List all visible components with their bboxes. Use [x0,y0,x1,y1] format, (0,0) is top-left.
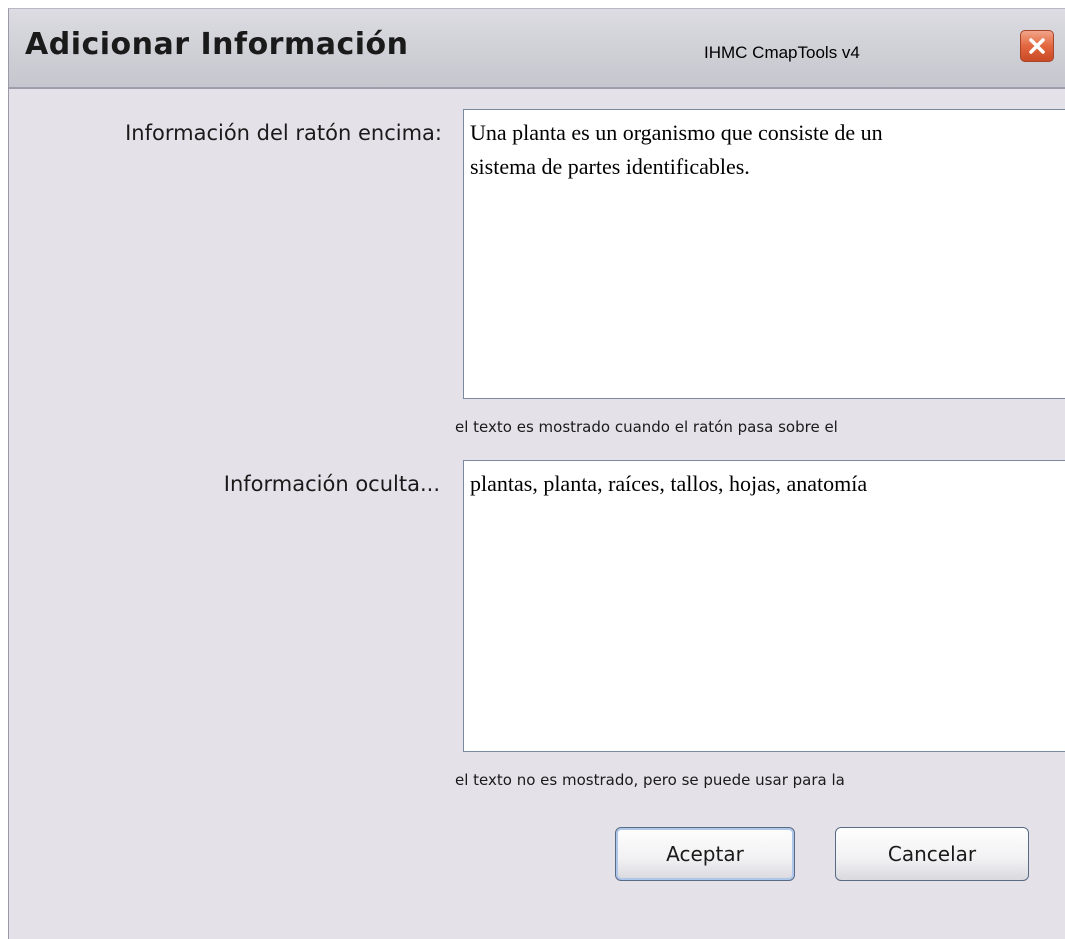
hidden-info-label: Información oculta... [223,472,440,496]
mouseover-info-label: Información del ratón encima: [125,121,442,145]
title-bar[interactable]: Adicionar Información IHMC CmapTools v4 [9,9,1065,89]
close-button[interactable] [1020,30,1054,62]
hidden-info-textarea[interactable]: plantas, planta, raíces, tallos, hojas, … [463,460,1065,752]
mouseover-info-hint: el texto es mostrado cuando el ratón pas… [455,418,838,436]
hidden-info-hint: el texto no es mostrado, pero se puede u… [455,771,845,789]
app-name: IHMC CmapTools v4 [704,43,860,62]
dialog-title: Adicionar Información [25,27,409,62]
add-info-dialog: Adicionar Información IHMC CmapTools v4 … [8,8,1065,939]
accept-button[interactable]: Aceptar [615,827,795,881]
mouseover-info-textarea[interactable]: Una planta es un organismo que consiste … [463,109,1065,399]
cancel-button[interactable]: Cancelar [835,827,1029,881]
close-icon [1029,38,1045,54]
